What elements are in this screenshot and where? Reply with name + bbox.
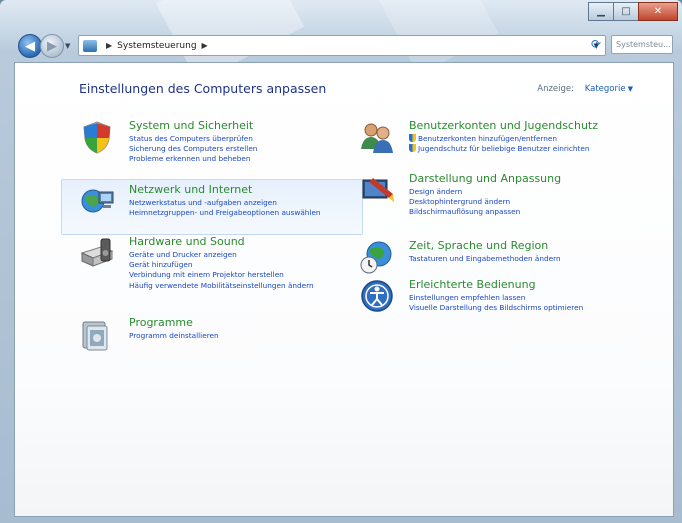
uac-shield-icon [409,144,416,153]
title-bar[interactable]: ▁ □ ✕ [0,0,682,30]
minimize-icon: ▁ [597,6,605,17]
search-placeholder: Systemsteu... [616,40,671,49]
navigation-bar: ◀ ▶ ▼ ▶ Systemsteuerung ▶ ▼ ⟳ Systemsteu… [0,30,682,60]
task-link-text[interactable]: Benutzerkonten hinzufügen/entfernen [418,134,557,143]
category-title[interactable]: Netzwerk und Internet [129,183,252,196]
category-title[interactable]: Benutzerkonten und Jugendschutz [409,119,598,132]
task-link[interactable]: Benutzerkonten hinzufügen/entfernen [409,134,590,144]
category-title[interactable]: Erleichterte Bedienung [409,278,536,291]
accessibility-icon [361,280,393,312]
task-link[interactable]: Probleme erkennen und beheben [129,154,257,164]
globe-clock-icon [360,241,392,274]
category-title[interactable]: System und Sicherheit [129,119,253,132]
task-link[interactable]: Design ändern [409,187,520,197]
task-link[interactable]: Jugendschutz für beliebige Benutzer einr… [409,144,590,154]
printer-icon [80,238,114,267]
task-link[interactable]: Verbindung mit einem Projektor herstelle… [129,270,314,280]
chevron-down-icon: ▼ [65,42,71,50]
task-link[interactable]: Sicherung des Computers erstellen [129,144,257,154]
control-panel-window: ▁ □ ✕ ◀ ▶ ▼ ▶ Systemsteuerung ▶ ▼ ⟳ Syst… [0,0,682,523]
category-title[interactable]: Programme [129,316,193,329]
uac-shield-icon [409,134,416,142]
breadcrumb-arrow-icon[interactable]: ▶ [106,41,112,50]
task-link[interactable]: Häufig verwendete Mobilitätseinstellunge… [129,281,314,291]
arrow-left-icon: ◀ [25,38,35,54]
refresh-button[interactable]: ⟳ [587,37,605,54]
maximize-icon: □ [621,6,631,17]
category-title[interactable]: Darstellung und Anpassung [409,172,561,185]
task-link[interactable]: Geräte und Drucker anzeigen [129,250,314,260]
task-link[interactable]: Programm deinstallieren [129,331,219,341]
refresh-icon: ⟳ [590,37,602,51]
view-by-label: Anzeige: [537,84,575,94]
close-icon: ✕ [653,6,663,17]
address-bar[interactable]: ▶ Systemsteuerung ▶ ▼ [78,35,606,56]
search-input[interactable]: Systemsteu... [611,35,673,54]
appearance-icon [362,178,394,202]
page-title: Einstellungen des Computers anpassen [79,81,327,96]
task-link[interactable]: Desktophintergrund ändern [409,197,520,207]
arrow-right-icon: ▶ [47,38,57,54]
control-panel-content: Einstellungen des Computers anpassen Anz… [14,62,674,517]
maximize-button[interactable]: □ [613,2,639,21]
task-link-text[interactable]: Jugendschutz für beliebige Benutzer einr… [418,144,590,153]
category-title[interactable]: Zeit, Sprache und Region [409,239,548,252]
caption-buttons: ▁ □ ✕ [588,2,678,21]
shield-icon [83,121,111,154]
task-link[interactable]: Gerät hinzufügen [129,260,314,270]
task-link[interactable]: Netzwerkstatus und -aufgaben anzeigen [129,198,321,208]
breadcrumb-control-panel[interactable]: Systemsteuerung [117,41,196,51]
control-panel-icon [83,39,97,52]
task-link[interactable]: Status des Computers überprüfen [129,134,257,144]
minimize-button[interactable]: ▁ [588,2,614,21]
recent-pages-dropdown[interactable]: ▼ [65,42,70,50]
forward-button[interactable]: ▶ [40,34,64,58]
close-button[interactable]: ✕ [638,2,678,21]
programs-icon [82,321,108,351]
network-icon [81,189,114,213]
task-link[interactable]: Heimnetzgruppen- und Freigabeoptionen au… [129,208,321,218]
back-button[interactable]: ◀ [18,34,42,58]
view-by-selector: Anzeige: Kategorie ▼ [537,84,633,94]
chevron-down-icon[interactable]: ▼ [628,85,633,93]
task-link[interactable]: Tastaturen und Eingabemethoden ändern [409,254,561,264]
category-title[interactable]: Hardware und Sound [129,235,245,248]
view-by-dropdown[interactable]: Kategorie [585,84,626,94]
task-link[interactable]: Einstellungen empfehlen lassen [409,293,583,303]
task-link[interactable]: Bildschirmauflösung anpassen [409,207,520,217]
task-link[interactable]: Visuelle Darstellung des Bildschirms opt… [409,303,583,313]
breadcrumb-arrow-icon[interactable]: ▶ [202,41,208,50]
users-icon [361,123,393,153]
